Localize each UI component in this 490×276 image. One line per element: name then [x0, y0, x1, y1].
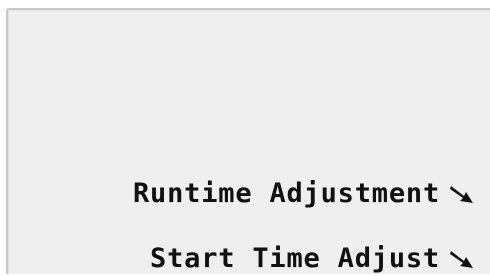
menu-item-start-time-adjust[interactable]: Start Time Adjust — [150, 242, 476, 276]
diagonal-arrow-down-right-icon — [448, 245, 476, 273]
lcd-screen: Runtime Adjustment Start Time Adjust — [6, 8, 490, 274]
menu-item-label: Start Time Adjust — [150, 243, 440, 274]
diagonal-arrow-down-right-icon — [448, 180, 476, 208]
device-frame: Runtime Adjustment Start Time Adjust — [0, 0, 490, 274]
menu-item-runtime-adjustment[interactable]: Runtime Adjustment — [133, 177, 476, 211]
menu-item-label: Runtime Adjustment — [133, 178, 440, 209]
